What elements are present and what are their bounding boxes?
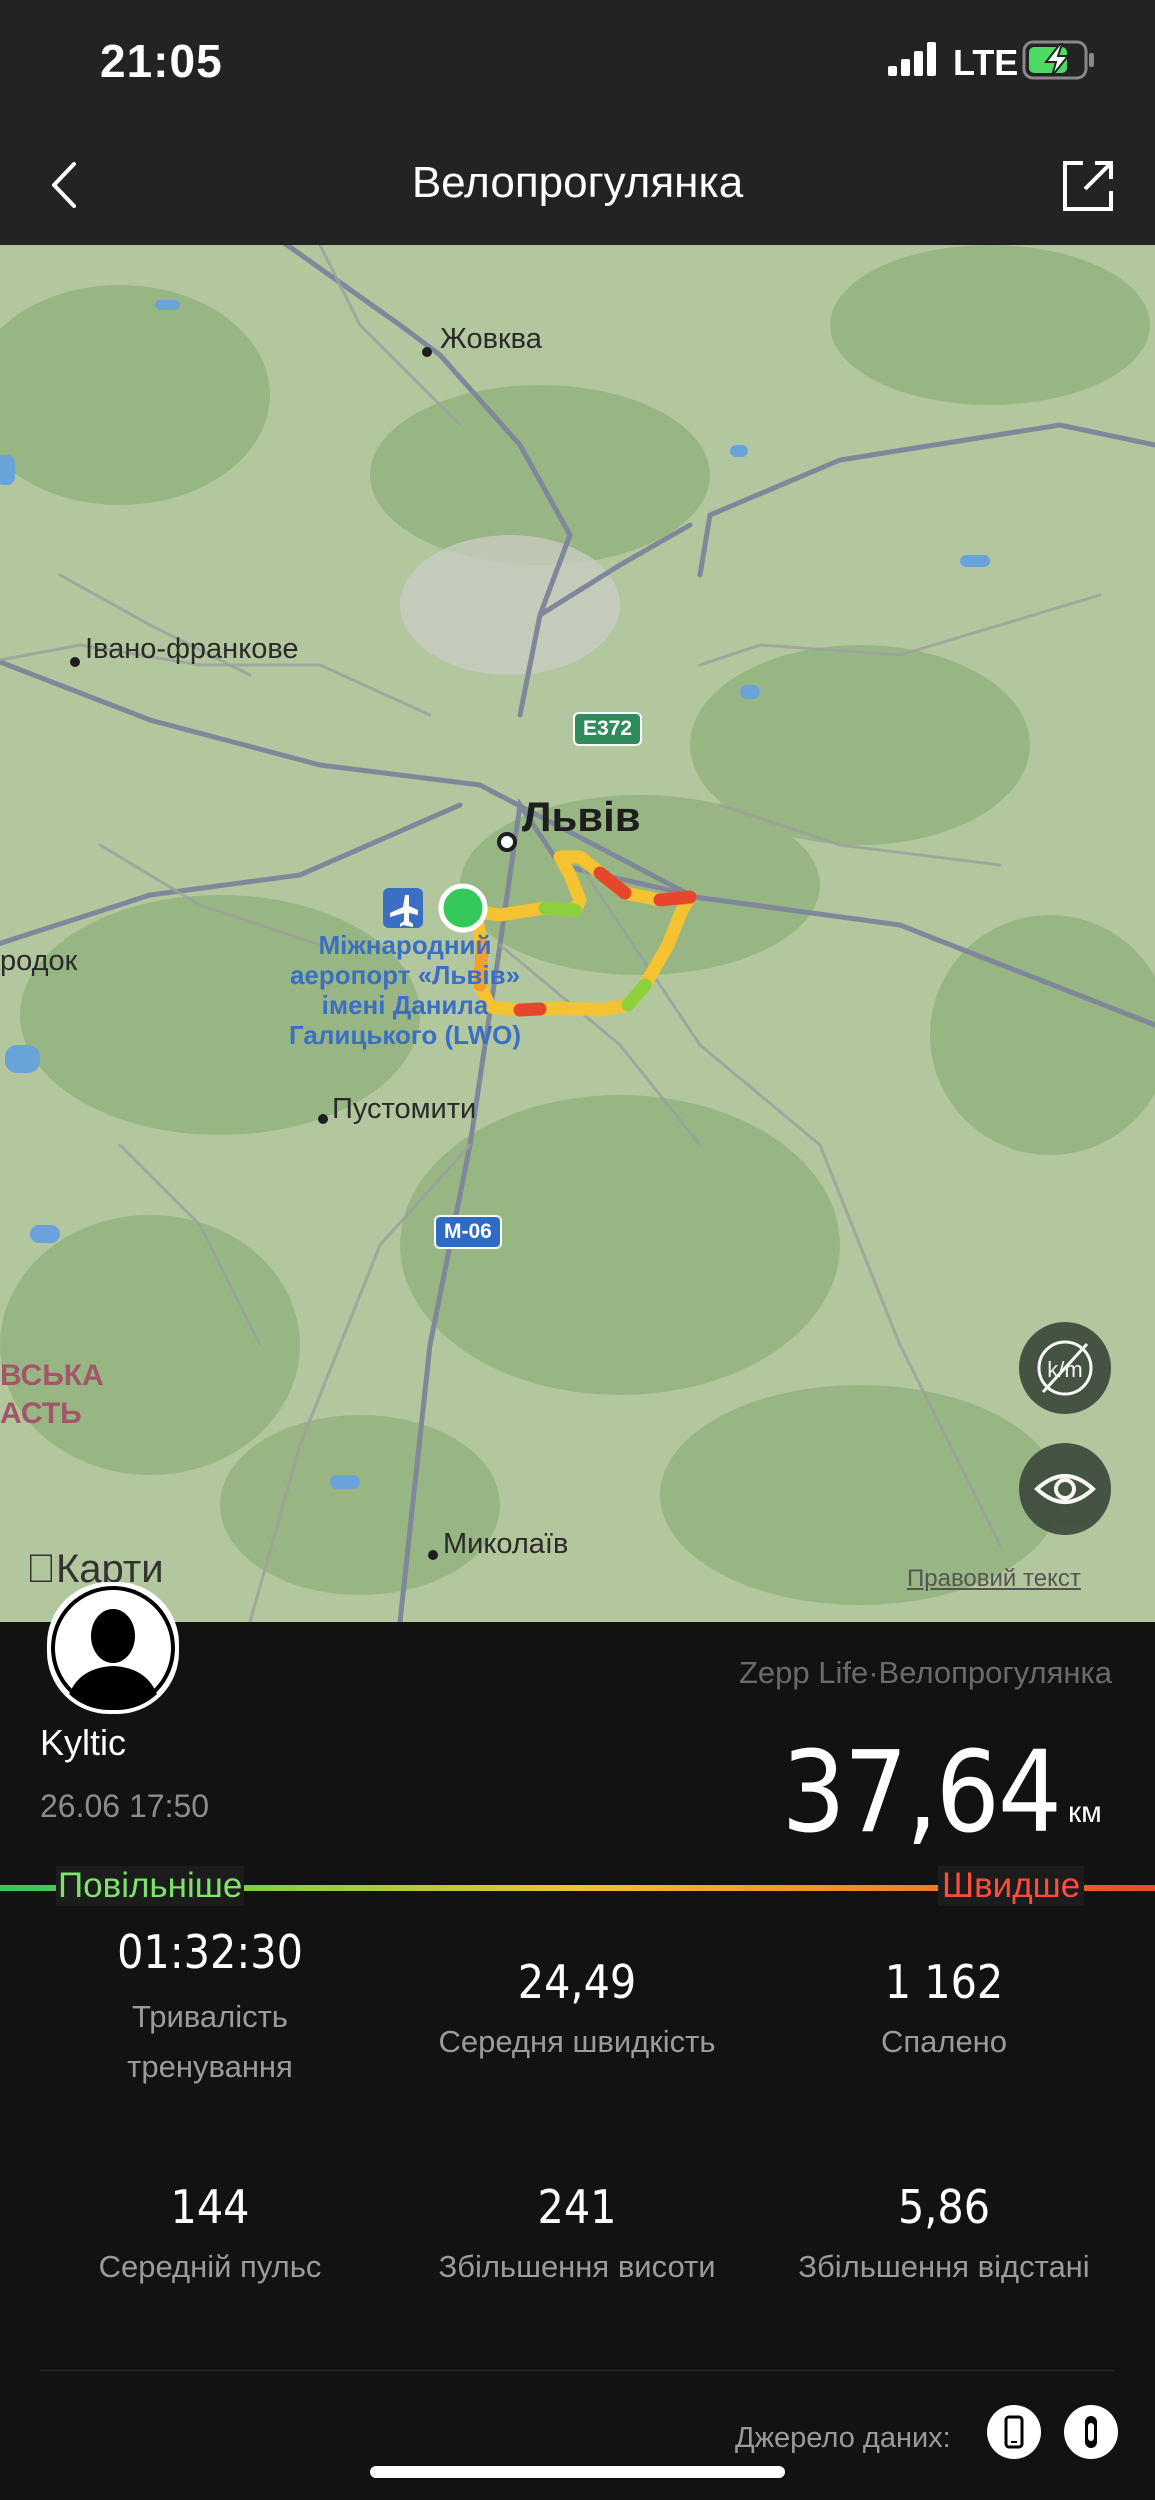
map-label-pustomyty: Пустомити [332,1093,477,1125]
stat-calories-label: Спалено [880,2024,1008,2059]
network-type: LTE [953,42,1019,83]
route-map[interactable]: Жовква Івано-франкове Львів родок Пустом… [0,245,1155,1622]
stat-elevation-gain-value: 241 [537,2180,617,2234]
phone-icon [1004,2415,1024,2449]
stat-avg-speed-value: 24,49 [517,1955,637,2009]
band-source-button[interactable] [1064,2405,1118,2459]
signal-bars-icon [888,42,936,76]
map-label-zhovkva: Жовква [440,323,542,355]
map-label-airport: Міжнародний аеропорт «Львів» імені Данил… [270,930,540,1050]
visibility-toggle-button[interactable] [1019,1443,1111,1535]
eye-icon [1034,1474,1096,1504]
km-mile-toggle-button[interactable]: k/m [1019,1322,1111,1414]
stat-duration-label-line1: Тривалість [132,1999,288,2034]
stat-avg-heart-rate-label: Середній пульс [98,2249,322,2284]
route-start-marker [438,883,488,933]
map-background [0,245,1155,1622]
stat-distance-gain-label: Збільшення відстані [798,2249,1090,2284]
avatar[interactable] [47,1582,179,1714]
airport-icon [383,888,423,928]
airport-label-line1: Міжнародний [318,930,492,960]
region-label-line1: ВСЬКА [0,1359,104,1392]
region-label-line2: АСТЬ [0,1397,82,1430]
stat-duration-label-line2: тренування [127,2049,293,2084]
data-source-label: Джерело даних: [735,2422,951,2454]
divider [40,2370,1115,2371]
airport-label-line2: аеропорт «Львів» [289,960,521,990]
airport-label-line3: імені Данила [321,990,489,1020]
share-icon[interactable] [1055,153,1121,219]
workout-datetime: 26.06 17:50 [40,1788,210,1824]
stat-duration-label: Тривалість тренування [20,1992,400,2092]
username: Kyltic [40,1722,127,1763]
battery-charging-icon [1022,40,1094,80]
map-label-region: ВСЬКА АСТЬ [0,1357,104,1433]
map-label-mykolaiv: Миколаїв [443,1528,569,1560]
map-label-lviv: Львів [522,793,641,840]
stat-calories-value: 1 162 [884,1955,1004,2009]
stat-avg-speed-label: Середня швидкість [438,2024,716,2059]
legal-text-link[interactable]: Правовий текст [907,1565,1081,1593]
distance-unit: км [1068,1796,1102,1829]
map-label-ivano-frankove: Івано-франкове [85,633,299,665]
speed-scale-slower-label: Повільніше [56,1866,245,1906]
source-app-label: Zepp Life·Велопрогулянка [738,1655,1112,1690]
speed-scale-faster-label: Швидше [938,1866,1085,1906]
stat-duration-value: 01:32:30 [117,1925,303,1979]
map-label-gorodok: родок [0,945,78,977]
km-mile-toggle-icon: k/m [1037,1340,1093,1396]
page-title: Велопрогулянка [411,158,744,207]
airport-label-line4: Галицького (LWO) [289,1020,521,1050]
stat-avg-heart-rate-value: 144 [170,2180,250,2234]
distance-value: 37,64 [781,1728,1062,1858]
phone-source-button[interactable] [987,2405,1041,2459]
road-shield-e372: E372 [573,712,643,746]
road-shield-m06: M-06 [434,1215,502,1249]
home-indicator[interactable] [370,2466,785,2478]
stat-elevation-gain-label: Збільшення висоти [438,2249,716,2284]
user-silhouette-icon [51,1586,175,1710]
status-time: 21:05 [100,35,223,87]
band-icon [1085,2416,1097,2448]
stat-distance-gain-value: 5,86 [897,2180,991,2234]
